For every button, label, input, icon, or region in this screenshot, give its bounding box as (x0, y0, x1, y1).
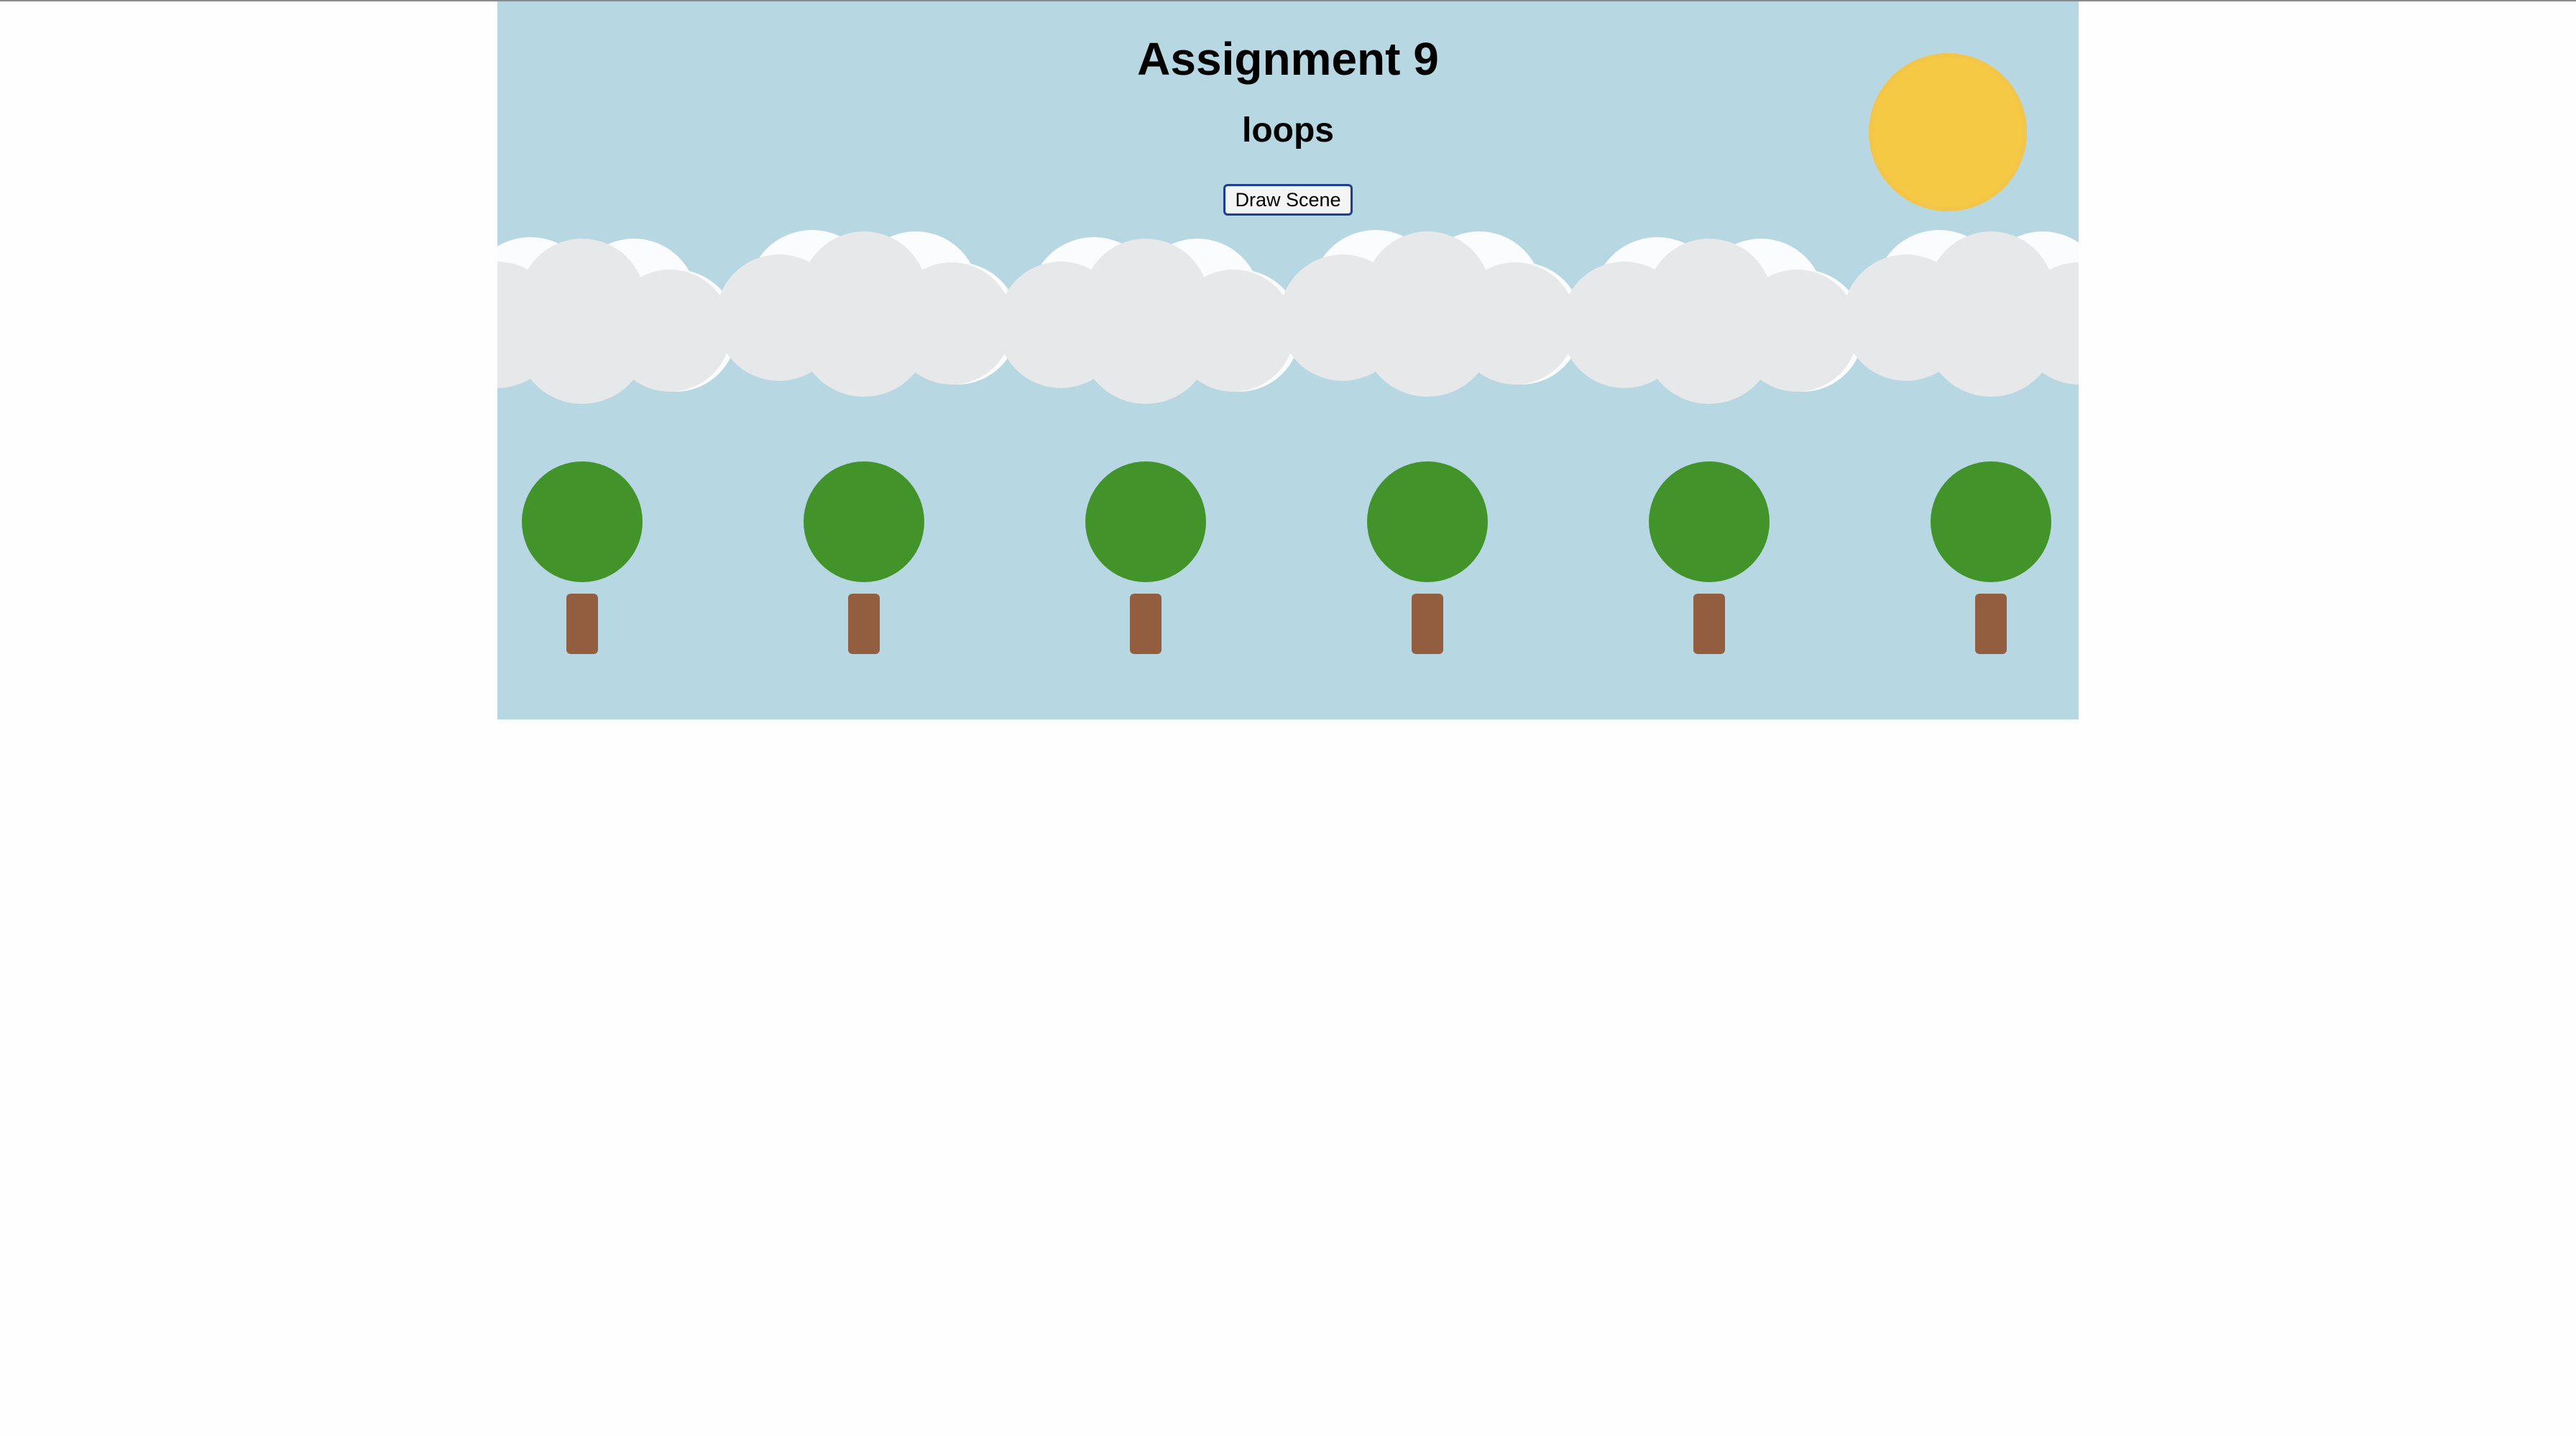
tree-trunk (1693, 594, 1725, 654)
tree-crown (1649, 461, 1770, 582)
tree-crown (1367, 461, 1488, 582)
cloud (1561, 237, 1864, 404)
trees-layer (522, 461, 2051, 654)
tree-crown (1931, 461, 2051, 582)
page-subtitle: loops (1242, 111, 1334, 149)
tree-crown (1085, 461, 1206, 582)
cloud-puff (1925, 264, 2057, 397)
scene-canvas: Assignment 9 loops Draw Scene (497, 1, 2079, 719)
tree (1649, 461, 1770, 654)
tree-trunk (848, 594, 880, 654)
tree-trunk (566, 594, 598, 654)
tree (1931, 461, 2051, 654)
cloud (497, 237, 737, 404)
tree (1085, 461, 1206, 654)
page-title: Assignment 9 (1137, 33, 1439, 85)
tree-crown (522, 461, 643, 582)
tree-trunk (1412, 594, 1443, 654)
tree (804, 461, 924, 654)
cloud-puff (1361, 264, 1494, 397)
cloud-puff (798, 264, 930, 397)
cloud (1843, 230, 2079, 397)
draw-scene-button[interactable]: Draw Scene (1223, 184, 1353, 216)
cloud (998, 237, 1300, 404)
cloud-puff (516, 272, 648, 404)
cloud (716, 230, 1018, 397)
tree-crown (804, 461, 924, 582)
tree (522, 461, 643, 654)
tree-trunk (1130, 594, 1162, 654)
cloud-puff (1643, 272, 1775, 404)
tree (1367, 461, 1488, 654)
tree-trunk (1975, 594, 2007, 654)
cloud (1279, 230, 1582, 397)
cloud-puff (1080, 272, 1212, 404)
clouds-layer (497, 230, 2079, 404)
